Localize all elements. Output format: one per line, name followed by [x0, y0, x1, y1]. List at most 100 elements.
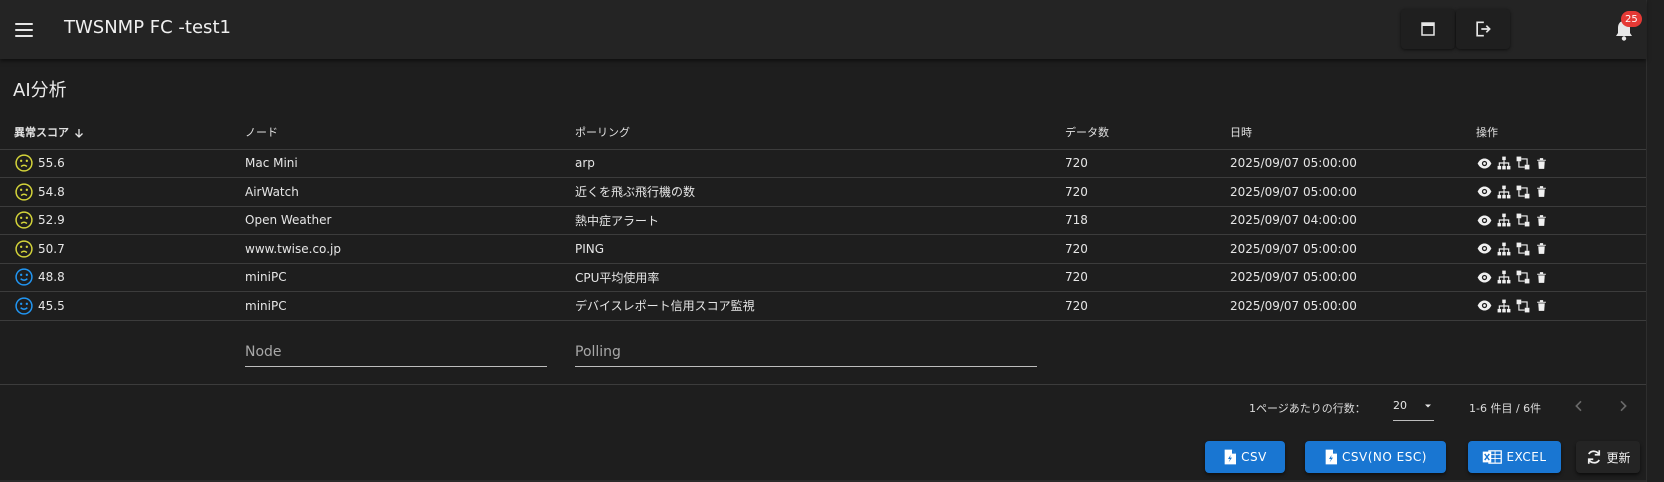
table-header-row: 異常スコア ノード ポーリング データ数 日時 操作 — [0, 115, 1646, 150]
prev-page-button[interactable] — [1567, 394, 1591, 418]
polling-button[interactable] — [1514, 155, 1531, 172]
polling-filter-input[interactable] — [575, 337, 1037, 367]
notification-badge: 25 — [1621, 11, 1642, 27]
row-actions — [1476, 269, 1646, 286]
view-button[interactable] — [1476, 183, 1493, 200]
node-map-button[interactable] — [1495, 297, 1512, 314]
ai-analysis-table: 異常スコア ノード ポーリング データ数 日時 操作 55.6 Mac Mini a… — [0, 115, 1646, 385]
next-page-button[interactable] — [1611, 394, 1635, 418]
count-cell: 718 — [1065, 206, 1230, 235]
table-row[interactable]: 54.8 AirWatch 近くを飛ぶ飛行機の数 720 2025/09/07 05:0… — [0, 177, 1646, 207]
node-cell: Open Weather — [245, 206, 575, 235]
network-tree-icon — [1497, 242, 1510, 256]
node-map-button[interactable] — [1495, 212, 1512, 229]
count-cell: 720 — [1065, 234, 1230, 264]
eye-icon — [1477, 300, 1492, 311]
table-row[interactable]: 45.5 miniPC デバイスレポート信用スコア監視 720 2025/09/07 0… — [0, 291, 1646, 321]
rows-per-page-select[interactable]: 20 — [1393, 391, 1434, 421]
sad-face-icon — [15, 240, 33, 258]
sad-face-icon — [15, 183, 33, 201]
table-row[interactable]: 48.8 miniPC CPU平均使用率 720 2025/09/07 05:00:00 — [0, 263, 1646, 292]
logout-button[interactable] — [1456, 9, 1510, 49]
csv-no-esc-button[interactable]: CSV(NO ESC) — [1305, 441, 1446, 473]
network-tree-icon — [1497, 156, 1510, 170]
node-map-button[interactable] — [1495, 240, 1512, 257]
trash-icon — [1537, 157, 1546, 169]
rows-per-page-label: 1ページあたりの行数： — [1249, 402, 1366, 415]
time-cell: 2025/09/07 05:00:00 — [1230, 291, 1476, 321]
trash-icon — [1537, 243, 1546, 255]
app-bar: TWSNMP FC -test1 25 — [0, 0, 1646, 59]
delete-button[interactable] — [1533, 155, 1550, 172]
node-cell: www.twise.co.jp — [245, 234, 575, 264]
view-button[interactable] — [1476, 240, 1493, 257]
polling-cell: CPU平均使用率 — [575, 263, 1065, 292]
column-header-ops: 操作 — [1476, 115, 1646, 150]
anomaly-score: 45.5 — [38, 298, 65, 313]
time-cell: 2025/09/07 05:00:00 — [1230, 234, 1476, 264]
count-cell: 720 — [1065, 149, 1230, 178]
sad-face-icon — [15, 154, 33, 172]
chevron-left-icon — [1575, 400, 1582, 412]
node-cell: Mac Mini — [245, 149, 575, 178]
window-icon — [1421, 22, 1435, 36]
table-row[interactable]: 52.9 Open Weather 熱中症アラート 718 2025/09/07 04:… — [0, 206, 1646, 235]
eye-icon — [1477, 272, 1492, 283]
table-row[interactable]: 50.7 www.twise.co.jp PING 720 2025/09/07 05:… — [0, 234, 1646, 264]
filter-row — [0, 320, 1646, 385]
polling-button[interactable] — [1514, 183, 1531, 200]
menu-icon[interactable] — [12, 18, 36, 42]
view-button[interactable] — [1476, 297, 1493, 314]
refresh-button[interactable]: 更新 — [1576, 441, 1640, 473]
compare-icon — [1516, 299, 1529, 313]
sort-down-icon — [74, 128, 83, 138]
page-title: AI分析 — [13, 80, 67, 101]
compare-icon — [1516, 185, 1529, 199]
node-cell: miniPC — [245, 291, 575, 321]
view-button[interactable] — [1476, 212, 1493, 229]
delete-button[interactable] — [1533, 212, 1550, 229]
polling-cell: デバイスレポート信用スコア監視 — [575, 291, 1065, 321]
polling-button[interactable] — [1514, 212, 1531, 229]
excel-button[interactable]: EXCEL — [1468, 441, 1561, 473]
delete-button[interactable] — [1533, 269, 1550, 286]
delete-button[interactable] — [1533, 240, 1550, 257]
caret-down-icon — [1425, 404, 1431, 407]
csv-file-icon — [1224, 449, 1237, 465]
row-actions — [1476, 212, 1646, 229]
window-toggle-button[interactable] — [1401, 9, 1455, 49]
node-map-button[interactable] — [1495, 269, 1512, 286]
node-filter-input[interactable] — [245, 337, 547, 367]
delete-button[interactable] — [1533, 297, 1550, 314]
anomaly-score: 55.6 — [38, 156, 65, 171]
node-map-button[interactable] — [1495, 183, 1512, 200]
column-header-polling[interactable]: ポーリング — [575, 115, 1065, 150]
column-header-time[interactable]: 日時 — [1230, 115, 1476, 150]
column-header-score[interactable]: 異常スコア — [0, 115, 245, 150]
node-cell: miniPC — [245, 263, 575, 292]
time-cell: 2025/09/07 04:00:00 — [1230, 206, 1476, 235]
column-header-count[interactable]: データ数 — [1065, 115, 1230, 150]
node-cell: AirWatch — [245, 177, 575, 207]
row-actions — [1476, 297, 1646, 314]
polling-button[interactable] — [1514, 297, 1531, 314]
column-header-node[interactable]: ノード — [245, 115, 575, 150]
delete-button[interactable] — [1533, 183, 1550, 200]
polling-cell: PING — [575, 234, 1065, 264]
table-row[interactable]: 55.6 Mac Mini arp 720 2025/09/07 05:00:00 — [0, 149, 1646, 178]
refresh-icon — [1588, 450, 1601, 464]
smile-face-icon — [15, 268, 33, 286]
polling-button[interactable] — [1514, 240, 1531, 257]
node-map-button[interactable] — [1495, 155, 1512, 172]
anomaly-score: 48.8 — [38, 270, 65, 285]
view-button[interactable] — [1476, 269, 1493, 286]
view-button[interactable] — [1476, 155, 1493, 172]
csv-button[interactable]: CSV — [1205, 441, 1285, 473]
excel-icon — [1483, 450, 1503, 464]
row-actions — [1476, 155, 1646, 172]
anomaly-score: 54.8 — [38, 184, 65, 199]
csv-file-icon — [1325, 449, 1338, 465]
polling-button[interactable] — [1514, 269, 1531, 286]
network-tree-icon — [1497, 270, 1510, 284]
time-cell: 2025/09/07 05:00:00 — [1230, 149, 1476, 178]
